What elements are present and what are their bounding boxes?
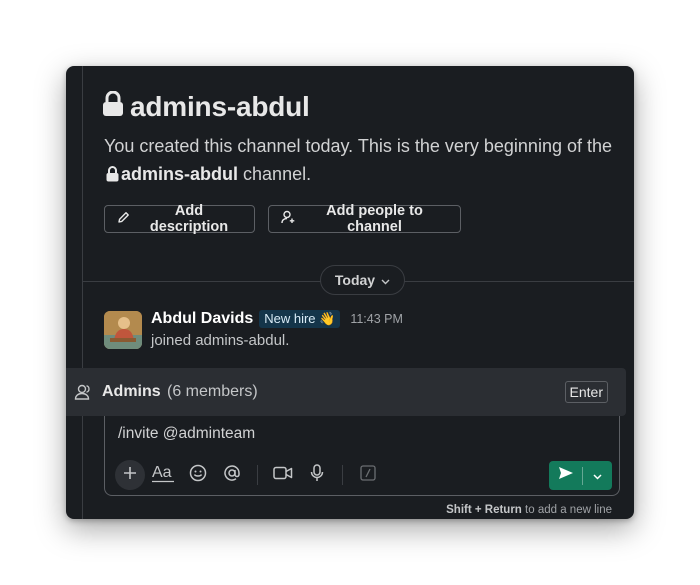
message-header: Abdul Davids New hire 👋 11:43 PM: [151, 309, 403, 329]
add-description-button[interactable]: Add description: [104, 203, 255, 235]
user-group-icon: [74, 384, 92, 405]
add-people-button[interactable]: Add people to channel: [268, 203, 461, 235]
plus-icon: [123, 466, 137, 485]
audio-clip-button[interactable]: [302, 460, 332, 490]
channel-window: admins-abdul You created this channel to…: [66, 66, 634, 519]
lock-icon: [102, 90, 124, 124]
message-author[interactable]: Abdul Davids: [151, 310, 253, 328]
add-people-label: Add people to channel: [326, 203, 423, 235]
send-button-group: [549, 461, 612, 490]
chevron-down-icon: [381, 272, 390, 288]
composer-hint: Shift + Return to add a new line: [446, 504, 612, 516]
composer-toolbar: Aa: [115, 460, 387, 490]
channel-name: admins-abdul: [130, 91, 310, 122]
avatar[interactable]: [104, 311, 142, 349]
send-options-button[interactable]: [583, 461, 612, 490]
emoji-icon: [189, 464, 207, 487]
mention-suggestion-item[interactable]: Admins (6 members) Enter: [66, 368, 626, 416]
suggestion-member-count: (6 members): [167, 383, 258, 400]
pencil-icon: [117, 211, 130, 228]
date-divider-pill[interactable]: Today: [320, 265, 405, 295]
date-divider-label: Today: [334, 272, 376, 288]
shortcuts-button[interactable]: [353, 460, 383, 490]
message-input[interactable]: /invite @adminteam: [118, 425, 255, 443]
lock-icon: [106, 162, 119, 190]
channel-title: admins-abdul: [102, 90, 310, 124]
emoji-button[interactable]: [183, 460, 213, 490]
message-timestamp[interactable]: 11:43 PM: [350, 312, 403, 326]
attach-button[interactable]: [115, 460, 145, 490]
toolbar-separator: [257, 465, 258, 485]
enter-key-hint: Enter: [564, 381, 608, 403]
send-button[interactable]: [549, 461, 582, 490]
mention-button[interactable]: [217, 460, 247, 490]
text-format-icon: Aa: [152, 463, 176, 488]
suggestion-name: Admins: [102, 383, 161, 400]
video-clip-button[interactable]: [268, 460, 298, 490]
toolbar-separator: [342, 465, 343, 485]
chevron-down-icon: [593, 467, 602, 485]
add-person-icon: [281, 210, 295, 228]
message-text: joined admins-abdul.: [151, 332, 290, 349]
svg-text:Aa: Aa: [152, 464, 172, 481]
status-badge: New hire 👋: [259, 310, 341, 328]
send-icon: [558, 466, 574, 485]
intro-channel-name[interactable]: admins-abdul: [121, 164, 238, 184]
hint-text: to add a new line: [525, 504, 612, 516]
intro-prefix: You created this channel today. This is …: [104, 136, 612, 156]
slash-command-icon: [360, 464, 376, 486]
microphone-icon: [310, 463, 324, 487]
intro-suffix: channel.: [243, 164, 312, 184]
hint-keys: Shift + Return: [446, 504, 522, 516]
left-divider: [82, 66, 83, 519]
formatting-button[interactable]: Aa: [149, 460, 179, 490]
mention-icon: [223, 464, 241, 487]
message-composer[interactable]: /invite @adminteam Aa: [104, 416, 620, 496]
channel-intro: You created this channel today. This is …: [104, 132, 624, 190]
video-icon: [273, 466, 293, 485]
add-description-label: Add description: [149, 203, 229, 235]
